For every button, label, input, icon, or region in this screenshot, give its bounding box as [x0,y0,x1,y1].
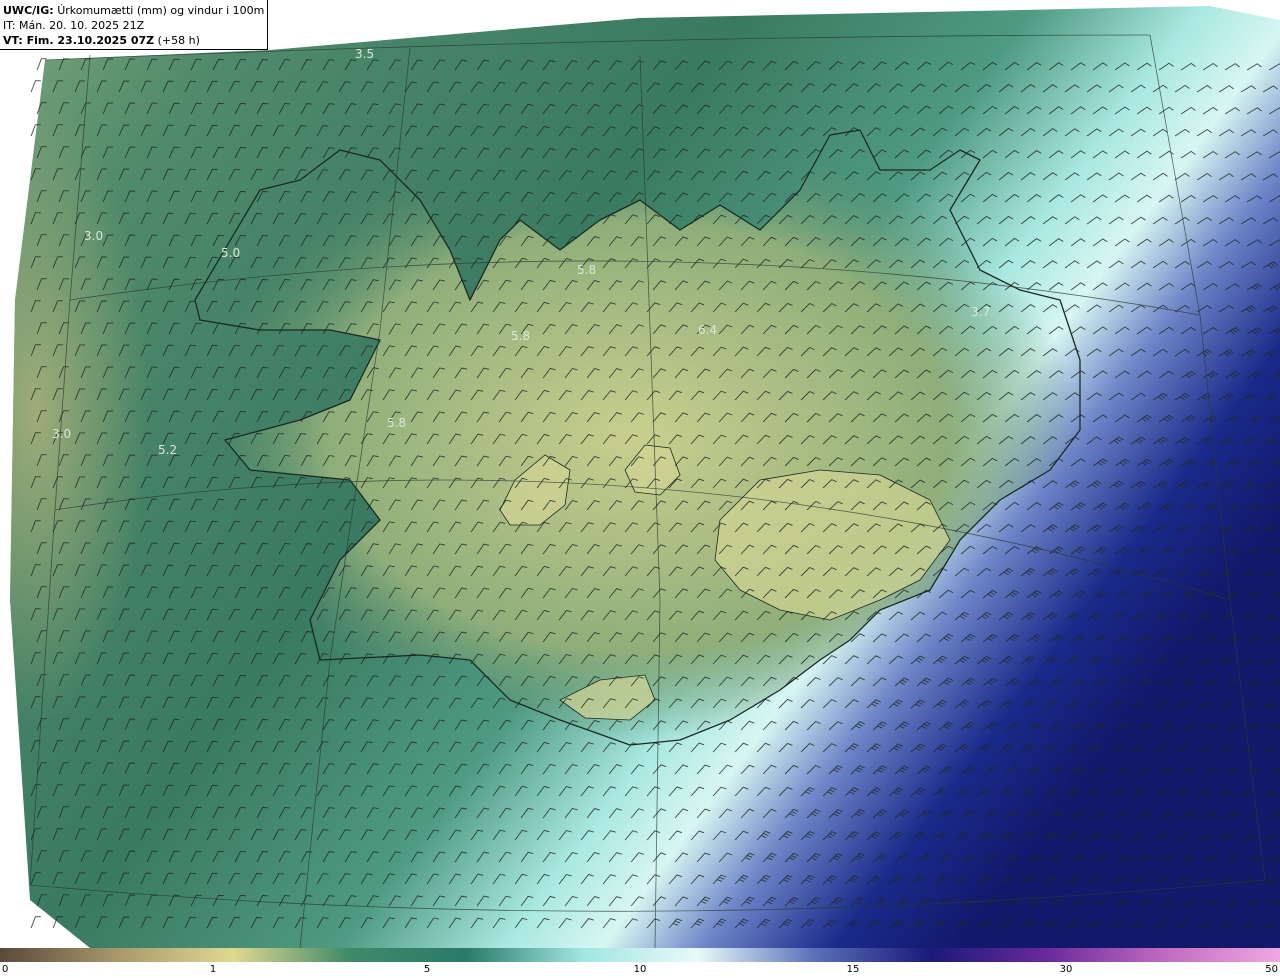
colorbar-tick: 30 [1059,964,1073,975]
colorbar-tick: 5 [423,964,431,975]
valid-time-line: VT: Fim. 23.10.2025 07Z (+58 h) [3,33,264,48]
valid-time: VT: Fim. 23.10.2025 07Z [3,34,155,47]
contour-label: 3.0 [84,229,103,243]
contour-label: 5.8 [387,416,406,430]
precipitation-wind-map: 3.5 3.0 5.0 5.8 5.8 6.4 3.7 3.0 5.2 5.8 [0,0,1280,948]
contour-label: 6.4 [698,323,717,337]
colorbar-tick: 1 [209,964,217,975]
contour-label: 5.8 [511,329,530,343]
info-box: UWC/IG: Úrkomumætti (mm) og vindur i 100… [0,0,268,50]
initial-time: IT: Mán. 20. 10. 2025 21Z [3,19,145,32]
colorbar-tick: 50 [1265,964,1278,975]
contour-label: 3.0 [52,427,71,441]
colorbar [0,948,1280,962]
product-description: Úrkomumætti (mm) og vindur i 100m hæð [57,4,264,17]
forecast-lead: (+58 h) [157,34,200,47]
colorbar-tick: 15 [846,964,860,975]
title-line: UWC/IG: Úrkomumætti (mm) og vindur i 100… [3,3,264,18]
contour-label: 3.5 [355,47,374,61]
model-name: UWC/IG: [3,4,54,17]
contour-label: 3.7 [971,305,990,319]
colorbar-tick: 0 [2,964,9,975]
contour-label: 5.2 [158,443,177,457]
contour-label: 5.8 [577,263,596,277]
colorbar-ticks: 0 1 5 10 15 30 50 [0,962,1280,978]
colorbar-tick: 10 [633,964,647,975]
contour-label: 5.0 [221,246,240,260]
